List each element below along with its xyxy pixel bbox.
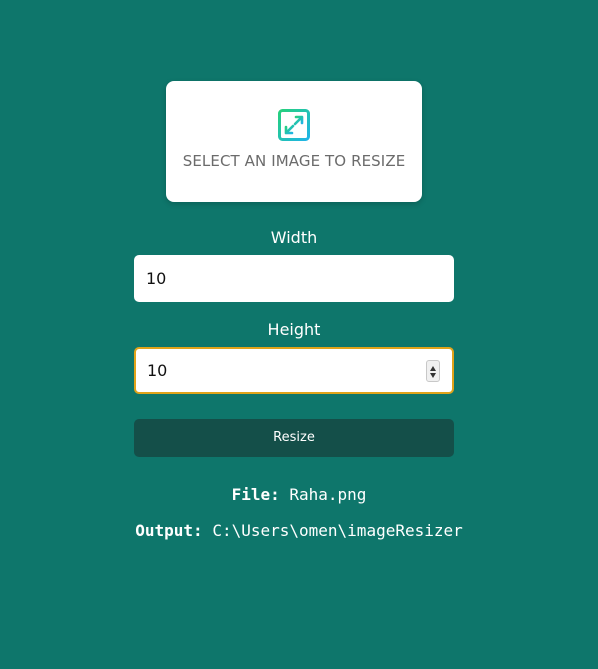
- height-stepper[interactable]: [426, 360, 440, 382]
- dropzone-label: SELECT AN IMAGE TO RESIZE: [182, 152, 406, 170]
- output-info: Output: C:\Users\omen\imageResizer: [0, 521, 598, 540]
- output-key: Output:: [135, 521, 203, 540]
- output-path: C:\Users\omen\imageResizer: [212, 521, 463, 540]
- width-value: 10: [146, 269, 167, 288]
- height-input[interactable]: 10: [134, 347, 454, 394]
- expand-arrows-icon: [278, 109, 310, 141]
- height-value: 10: [147, 361, 168, 380]
- width-label: Width: [270, 228, 318, 247]
- file-key: File:: [231, 485, 280, 504]
- height-label: Height: [267, 320, 321, 339]
- image-select-dropzone[interactable]: SELECT AN IMAGE TO RESIZE: [166, 81, 422, 202]
- increment-arrow-icon[interactable]: [430, 366, 436, 371]
- resize-button[interactable]: Resize: [134, 419, 454, 457]
- decrement-arrow-icon[interactable]: [430, 373, 436, 378]
- width-input[interactable]: 10: [134, 255, 454, 302]
- file-name: Raha.png: [289, 485, 367, 504]
- file-info: File: Raha.png: [0, 485, 598, 504]
